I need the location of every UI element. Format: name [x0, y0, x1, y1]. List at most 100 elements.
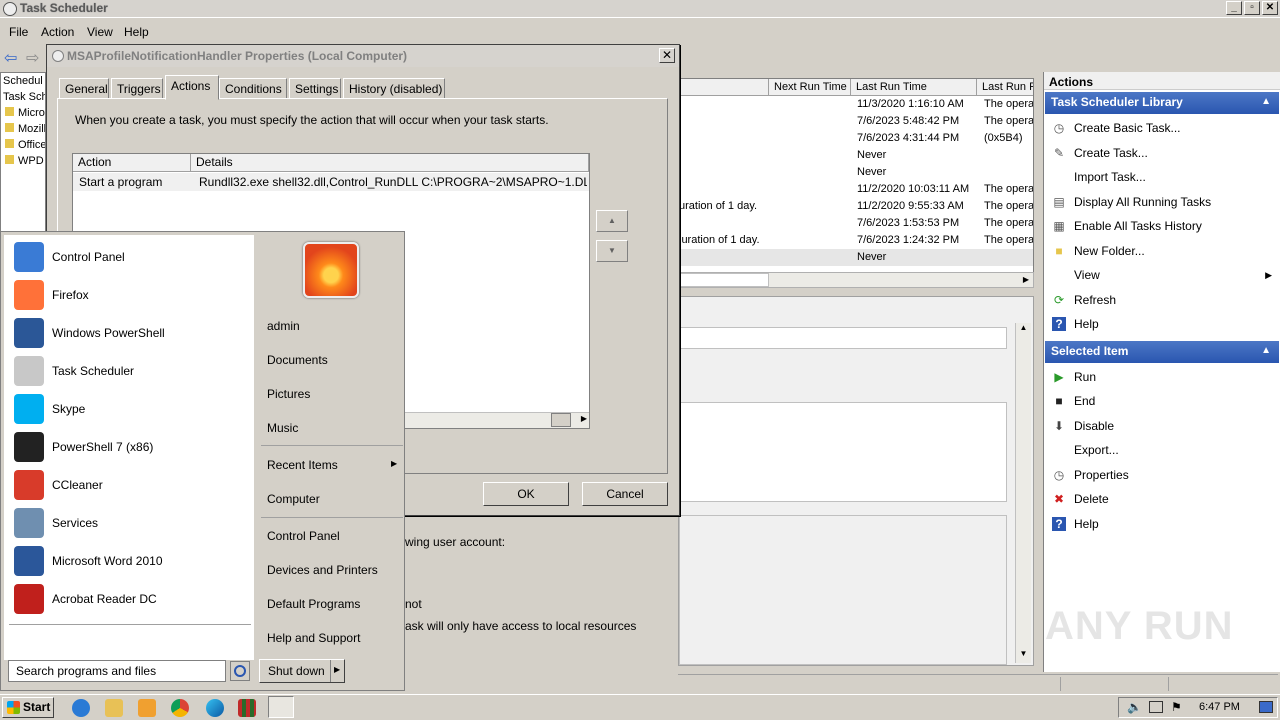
- program-acrobat-reader-dc[interactable]: Acrobat Reader DC: [10, 580, 250, 616]
- tree-library[interactable]: Task Sche: [1, 89, 45, 105]
- scroll-thumb[interactable]: [551, 413, 571, 427]
- scroll-right-icon[interactable]: ▶: [581, 414, 587, 423]
- dialog-close-button[interactable]: ✕: [659, 48, 675, 63]
- task-list-scrollbar[interactable]: ▶: [678, 272, 1034, 288]
- back-arrow-icon[interactable]: ⇦: [4, 48, 17, 68]
- winrar-icon[interactable]: [238, 699, 256, 717]
- task-row[interactable]: 7/6/2023 1:53:53 PM The opera: [679, 215, 1033, 232]
- program-powershell-7-x86[interactable]: PowerShell 7 (x86): [10, 428, 250, 464]
- column-header-last-run[interactable]: Last Run Time: [851, 79, 977, 96]
- flag-icon[interactable]: ⚑: [1171, 700, 1182, 714]
- grid-scrollbar[interactable]: ▶: [403, 412, 589, 428]
- action-display-all-running-tasks[interactable]: ▤ Display All Running Tasks: [1044, 190, 1280, 215]
- action-end[interactable]: ■ End: [1044, 389, 1280, 414]
- section-selected-item[interactable]: Selected Item ▲: [1045, 340, 1279, 363]
- move-down-button[interactable]: ▼: [596, 240, 628, 262]
- tab-triggers[interactable]: Triggers: [111, 78, 163, 99]
- media-player-icon[interactable]: [138, 699, 156, 717]
- search-icon[interactable]: [230, 661, 250, 681]
- tab-actions[interactable]: Actions: [165, 75, 219, 100]
- program-microsoft-word-2010[interactable]: Microsoft Word 2010: [10, 542, 250, 578]
- scroll-right-icon[interactable]: ▶: [1019, 273, 1033, 287]
- cancel-button[interactable]: Cancel: [582, 482, 668, 506]
- minimize-button[interactable]: _: [1226, 1, 1242, 15]
- place-default-programs[interactable]: Default Programs: [267, 597, 360, 611]
- tree-root[interactable]: Schedul: [1, 73, 45, 89]
- program-windows-powershell[interactable]: Windows PowerShell: [10, 314, 250, 350]
- move-up-button[interactable]: ▲: [596, 210, 628, 232]
- action-help[interactable]: ? Help: [1044, 512, 1280, 537]
- chrome-icon[interactable]: [171, 699, 189, 717]
- start-button[interactable]: Start: [2, 697, 54, 718]
- maximize-button[interactable]: ▫: [1244, 1, 1260, 15]
- ok-button[interactable]: OK: [483, 482, 569, 506]
- task-row[interactable]: 11/3/2020 1:16:10 AM The opera: [679, 96, 1033, 113]
- place-user[interactable]: admin: [267, 319, 300, 333]
- grid-row[interactable]: Start a program Rundll32.exe shell32.dll…: [73, 173, 589, 191]
- action-export[interactable]: Export...: [1044, 438, 1280, 463]
- scroll-up-icon[interactable]: ▲: [1016, 323, 1031, 337]
- place-devices-printers[interactable]: Devices and Printers: [267, 563, 378, 577]
- grid-header-details[interactable]: Details: [191, 154, 589, 172]
- close-button[interactable]: ✕: [1262, 1, 1278, 15]
- place-control-panel[interactable]: Control Panel: [267, 529, 340, 543]
- action-view[interactable]: View ▶: [1044, 263, 1280, 288]
- tab-settings[interactable]: Settings: [289, 78, 341, 99]
- scroll-down-icon[interactable]: ▼: [1016, 649, 1031, 663]
- program-task-scheduler[interactable]: Task Scheduler: [10, 352, 250, 388]
- task-row[interactable]: uration of 1 day. 11/2/2020 9:55:33 AM The…: [679, 198, 1033, 215]
- action-run[interactable]: ▶ Run: [1044, 365, 1280, 390]
- task-row[interactable]: Never: [679, 164, 1033, 181]
- action-import-task[interactable]: Import Task...: [1044, 165, 1280, 190]
- action-create-basic-task[interactable]: ◷ Create Basic Task...: [1044, 116, 1280, 141]
- network-icon[interactable]: [1149, 701, 1163, 713]
- action-enable-all-tasks-history[interactable]: ▦ Enable All Tasks History: [1044, 214, 1280, 239]
- action-new-folder[interactable]: ■ New Folder...: [1044, 239, 1280, 264]
- action-create-task[interactable]: ✎ Create Task...: [1044, 141, 1280, 166]
- program-skype[interactable]: Skype: [10, 390, 250, 426]
- show-desktop-icon[interactable]: [1259, 701, 1273, 713]
- place-computer[interactable]: Computer: [267, 492, 320, 506]
- internet-explorer-icon[interactable]: [72, 699, 90, 717]
- menu-view[interactable]: View: [87, 25, 113, 39]
- task-row[interactable]: Never: [679, 249, 1033, 266]
- edge-icon[interactable]: [206, 699, 224, 717]
- scroll-thumb[interactable]: [679, 273, 769, 287]
- menu-action[interactable]: Action: [41, 25, 74, 39]
- collapse-icon[interactable]: ▲: [1261, 345, 1271, 356]
- details-scrollbar[interactable]: ▲ ▼: [1015, 323, 1031, 663]
- program-ccleaner[interactable]: CCleaner: [10, 466, 250, 502]
- file-explorer-icon[interactable]: [105, 699, 123, 717]
- task-row[interactable]: 7/6/2023 4:31:44 PM (0x5B4): [679, 130, 1033, 147]
- task-row[interactable]: 11/2/2020 10:03:11 AM The opera: [679, 181, 1033, 198]
- task-row[interactable]: Never: [679, 147, 1033, 164]
- program-services[interactable]: Services: [10, 504, 250, 540]
- action-refresh[interactable]: ⟳ Refresh: [1044, 288, 1280, 313]
- action-properties[interactable]: ◷ Properties: [1044, 463, 1280, 488]
- shutdown-button[interactable]: Shut down ▶: [259, 659, 345, 683]
- action-disable[interactable]: ⬇ Disable: [1044, 414, 1280, 439]
- clock[interactable]: 6:47 PM: [1199, 701, 1240, 713]
- tab-general[interactable]: General: [59, 78, 109, 99]
- shutdown-options-icon[interactable]: ▶: [334, 665, 340, 674]
- task-row[interactable]: luration of 1 day. 7/6/2023 1:24:32 PM The…: [679, 232, 1033, 249]
- place-recent-items[interactable]: Recent Items: [267, 458, 338, 472]
- menu-file[interactable]: File: [9, 25, 28, 39]
- action-help[interactable]: ? Help: [1044, 312, 1280, 337]
- column-header-trigger[interactable]: [679, 79, 769, 96]
- collapse-icon[interactable]: ▲: [1261, 96, 1271, 107]
- program-control-panel[interactable]: Control Panel: [10, 238, 250, 274]
- place-music[interactable]: Music: [267, 421, 298, 435]
- tree-folder-office[interactable]: Office: [1, 137, 45, 153]
- task-scheduler-taskbar-button[interactable]: [268, 696, 294, 718]
- program-firefox[interactable]: Firefox: [10, 276, 250, 312]
- speaker-icon[interactable]: 🔈: [1127, 700, 1142, 714]
- column-header-last-result[interactable]: Last Run R: [977, 79, 1033, 96]
- place-documents[interactable]: Documents: [267, 353, 328, 367]
- column-header-next-run[interactable]: Next Run Time: [769, 79, 851, 96]
- menu-help[interactable]: Help: [124, 25, 149, 39]
- section-task-scheduler-library[interactable]: Task Scheduler Library ▲: [1045, 92, 1279, 114]
- tree-folder-microsoft[interactable]: Micro: [1, 105, 45, 121]
- tree-folder-wpd[interactable]: WPD: [1, 153, 45, 169]
- tab-conditions[interactable]: Conditions: [219, 78, 287, 99]
